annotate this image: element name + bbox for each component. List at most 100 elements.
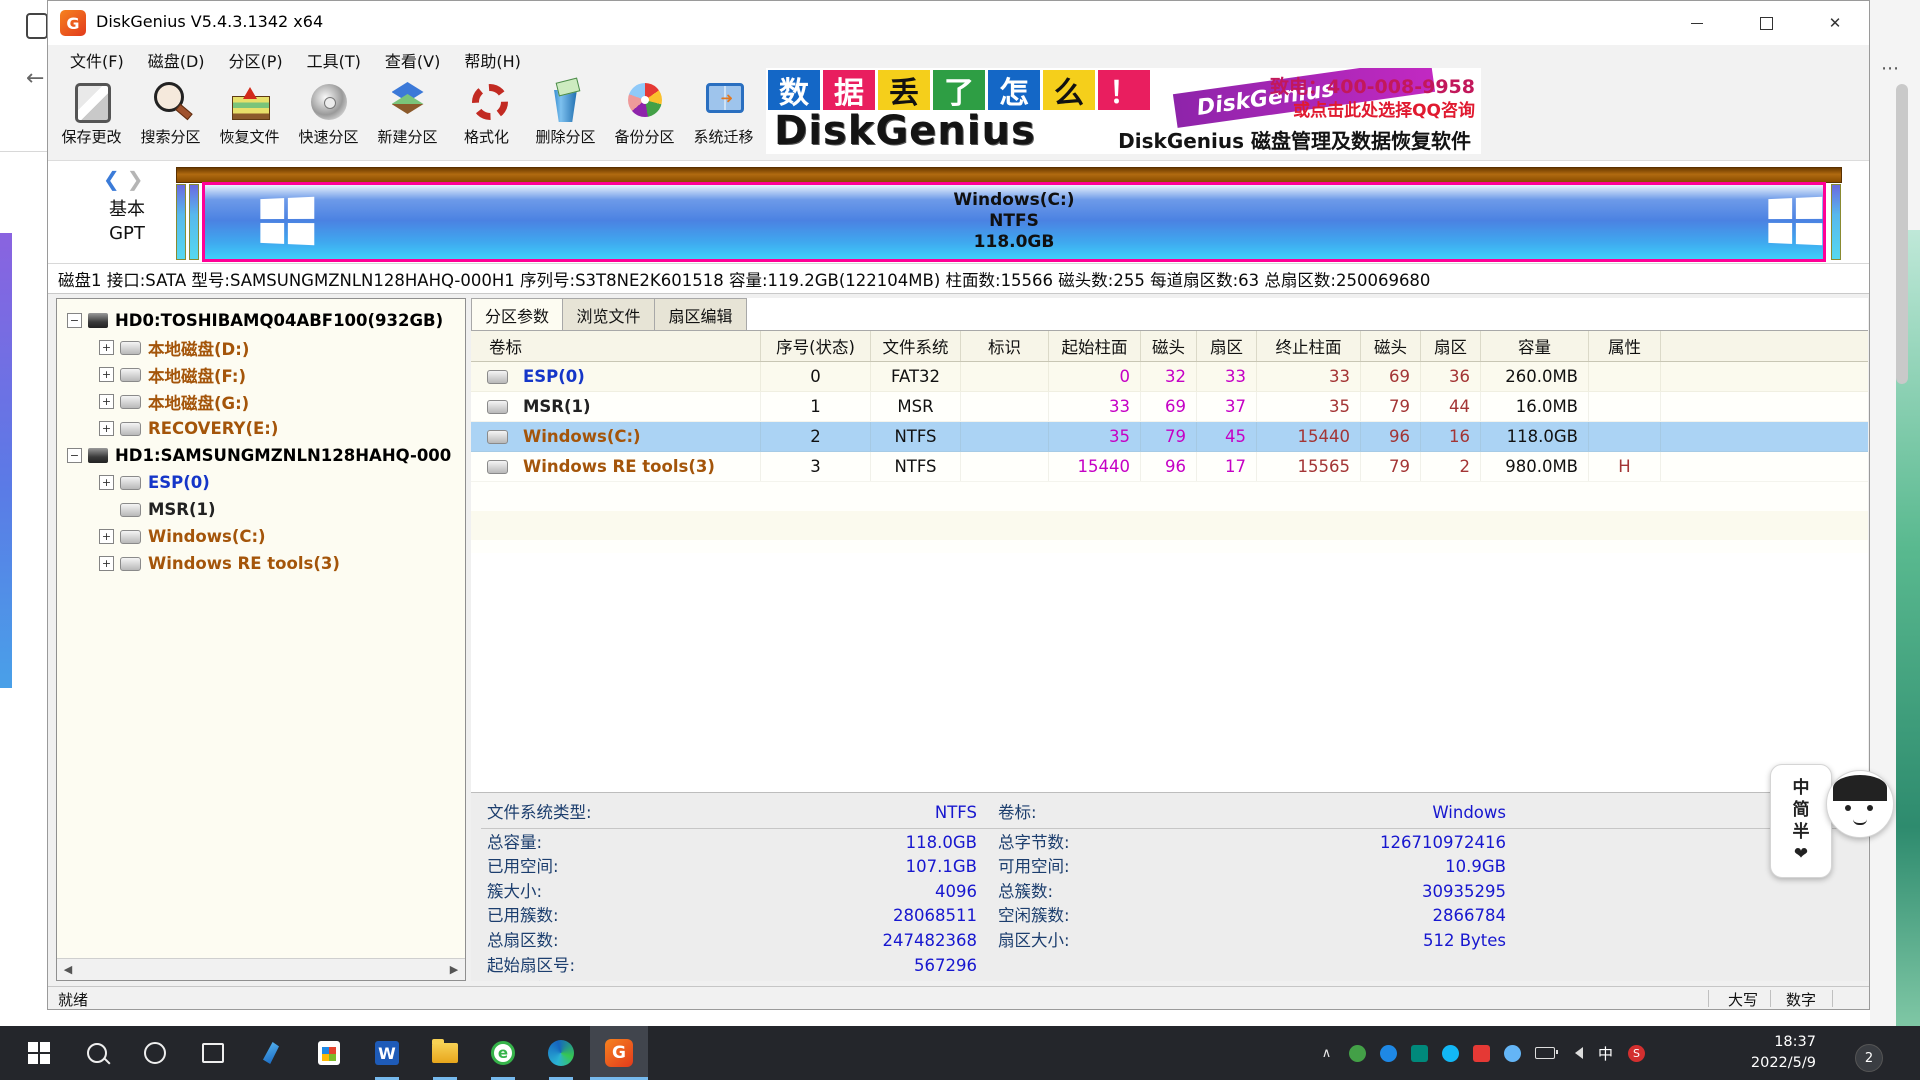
tree-item-4[interactable]: +RECOVERY(E:) [57, 415, 465, 442]
hidden-icons-chevron[interactable]: ∧ [1318, 1045, 1335, 1062]
battery-icon[interactable] [1535, 1047, 1555, 1059]
tab-1[interactable]: 浏览文件 [563, 298, 655, 331]
column-header-8[interactable]: 磁头 [1361, 331, 1421, 361]
esp-partition-block[interactable] [176, 184, 186, 260]
taskbar-edge-icon[interactable] [532, 1026, 590, 1080]
table-row-0[interactable]: ESP(0)0FAT3203233336936260.0MB [471, 362, 1868, 392]
tree-item-6[interactable]: +ESP(0) [57, 469, 465, 496]
expand-icon[interactable]: + [99, 340, 114, 355]
input-method-indicator[interactable]: 中 [1597, 1045, 1614, 1062]
taskbar-explorer-icon[interactable] [416, 1026, 474, 1080]
next-disk-icon[interactable]: ❯ [127, 167, 144, 191]
menu-item-3[interactable]: 工具(T) [295, 48, 373, 72]
taskbar-word-icon[interactable]: W [358, 1026, 416, 1080]
ime-assistant-widget[interactable]: 中简半❤ [1770, 764, 1832, 878]
taskbar-dg-icon[interactable]: G [590, 1026, 648, 1080]
toolbar-button-recover[interactable]: 恢复文件 [210, 76, 289, 156]
menu-item-1[interactable]: 磁盘(D) [136, 48, 217, 72]
expand-icon[interactable]: + [99, 529, 114, 544]
minimize-button[interactable] [1674, 1, 1720, 45]
tab-2[interactable]: 扇区编辑 [655, 298, 747, 331]
thunder-tray-icon[interactable] [1504, 1045, 1521, 1062]
column-header-7[interactable]: 终止柱面 [1257, 331, 1361, 361]
taskbar-cortana-icon[interactable] [126, 1026, 184, 1080]
toolbar-button-newpart[interactable]: 新建分区 [368, 76, 447, 156]
expand-icon[interactable]: + [99, 394, 114, 409]
banner-qq-link[interactable]: 或点击此处选择QQ咨询 [1293, 96, 1475, 121]
tree-item-1[interactable]: +本地磁盘(D:) [57, 334, 465, 361]
taskbar-taskview-icon[interactable] [184, 1026, 242, 1080]
column-header-5[interactable]: 磁头 [1141, 331, 1197, 361]
ad-banner[interactable]: 数据丢了怎么！ DiskGenius DiskGenius 致电：400-008… [766, 68, 1481, 154]
tree-item-5[interactable]: −HD1:SAMSUNGMZNLN128HAHQ-000 [57, 442, 465, 469]
music-tray-icon[interactable]: S [1628, 1045, 1645, 1062]
toolbar-button-format[interactable]: 格式化 [447, 76, 526, 156]
tree-item-3[interactable]: +本地磁盘(G:) [57, 388, 465, 415]
msr-partition-block[interactable] [189, 184, 199, 260]
windows-partition-block-selected[interactable]: Windows(C:) NTFS 118.0GB [202, 182, 1826, 262]
expand-icon[interactable]: + [99, 367, 114, 382]
table-empty-rows [471, 482, 1868, 553]
toolbar-button-save[interactable]: 保存更改 [52, 76, 131, 156]
partition-icon [120, 395, 141, 409]
qq-tray-icon[interactable] [1442, 1045, 1459, 1062]
teams-tray-icon[interactable] [1411, 1045, 1428, 1062]
menu-item-0[interactable]: 文件(F) [58, 48, 136, 72]
tree-item-9[interactable]: +Windows RE tools(3) [57, 550, 465, 577]
column-header-11[interactable]: 属性 [1589, 331, 1661, 361]
expand-icon[interactable]: + [99, 475, 114, 490]
column-header-4[interactable]: 起始柱面 [1049, 331, 1141, 361]
toolbar-button-migrate[interactable]: 系统迁移 [684, 76, 763, 156]
column-header-6[interactable]: 扇区 [1197, 331, 1257, 361]
taskbar-search-icon[interactable] [68, 1026, 126, 1080]
toolbar-button-backup[interactable]: 备份分区 [605, 76, 684, 156]
menu-item-2[interactable]: 分区(P) [217, 48, 295, 72]
tree-item-0[interactable]: −HD0:TOSHIBAMQ04ABF100(932GB) [57, 307, 465, 334]
tree-horizontal-scrollbar[interactable]: ◀ ▶ [57, 958, 465, 980]
disk-nav-arrows[interactable]: ❮ ❯ [103, 167, 144, 191]
table-row-3[interactable]: Windows RE tools(3)3NTFS1544096171556579… [471, 452, 1868, 482]
taskbar-store-icon[interactable] [300, 1026, 358, 1080]
tree-item-2[interactable]: +本地磁盘(F:) [57, 361, 465, 388]
volume-icon[interactable] [1569, 1047, 1583, 1059]
column-header-3[interactable]: 标识 [961, 331, 1049, 361]
taskbar-start-icon[interactable] [10, 1026, 68, 1080]
table-row-2[interactable]: Windows(C:)2NTFS357945154409616118.0GB [471, 422, 1868, 452]
column-header-10[interactable]: 容量 [1481, 331, 1589, 361]
toolbar-button-delete[interactable]: 删除分区 [526, 76, 605, 156]
maximize-button[interactable] [1743, 1, 1789, 45]
collapse-icon[interactable]: − [67, 313, 82, 328]
sync-tray-icon[interactable] [1380, 1045, 1397, 1062]
column-header-9[interactable]: 扇区 [1421, 331, 1481, 361]
taskbar-clock[interactable]: 18:37 2022/5/9 [1716, 1032, 1816, 1074]
notification-badge[interactable]: 2 [1855, 1044, 1883, 1072]
re-tools-partition-block[interactable] [1831, 184, 1841, 260]
table-row-1[interactable]: MSR(1)1MSR33693735794416.0MB [471, 392, 1868, 422]
column-header-2[interactable]: 文件系统 [871, 331, 961, 361]
background-scrollbar[interactable] [1896, 84, 1908, 384]
security-tray-icon[interactable] [1349, 1045, 1366, 1062]
tree-item-7[interactable]: MSR(1) [57, 496, 465, 523]
taskbar-360-icon[interactable]: e [474, 1026, 532, 1080]
table-cell: 15440 [1049, 452, 1141, 481]
netease-tray-icon[interactable] [1473, 1045, 1490, 1062]
table-cell: FAT32 [871, 362, 961, 391]
menu-item-5[interactable]: 帮助(H) [452, 48, 533, 72]
tree-item-8[interactable]: +Windows(C:) [57, 523, 465, 550]
prev-disk-icon[interactable]: ❮ [103, 167, 120, 191]
toolbar-button-search[interactable]: 搜索分区 [131, 76, 210, 156]
volume-name-cell: MSR(1) [471, 392, 761, 421]
toolbar-button-quickpart[interactable]: 快速分区 [289, 76, 368, 156]
collapse-icon[interactable]: − [67, 448, 82, 463]
expand-icon[interactable]: + [99, 421, 114, 436]
scroll-right-icon[interactable]: ▶ [445, 961, 463, 978]
tab-0[interactable]: 分区参数 [471, 298, 563, 331]
column-header-0[interactable]: 卷标 [471, 331, 761, 361]
taskbar-feishu-icon[interactable] [242, 1026, 300, 1080]
close-button[interactable]: ✕ [1812, 1, 1858, 45]
column-header-1[interactable]: 序号(状态) [761, 331, 871, 361]
menu-item-4[interactable]: 查看(V) [373, 48, 452, 72]
expand-icon[interactable]: + [99, 556, 114, 571]
ime-assistant-avatar[interactable] [1826, 770, 1894, 838]
scroll-left-icon[interactable]: ◀ [59, 961, 77, 978]
